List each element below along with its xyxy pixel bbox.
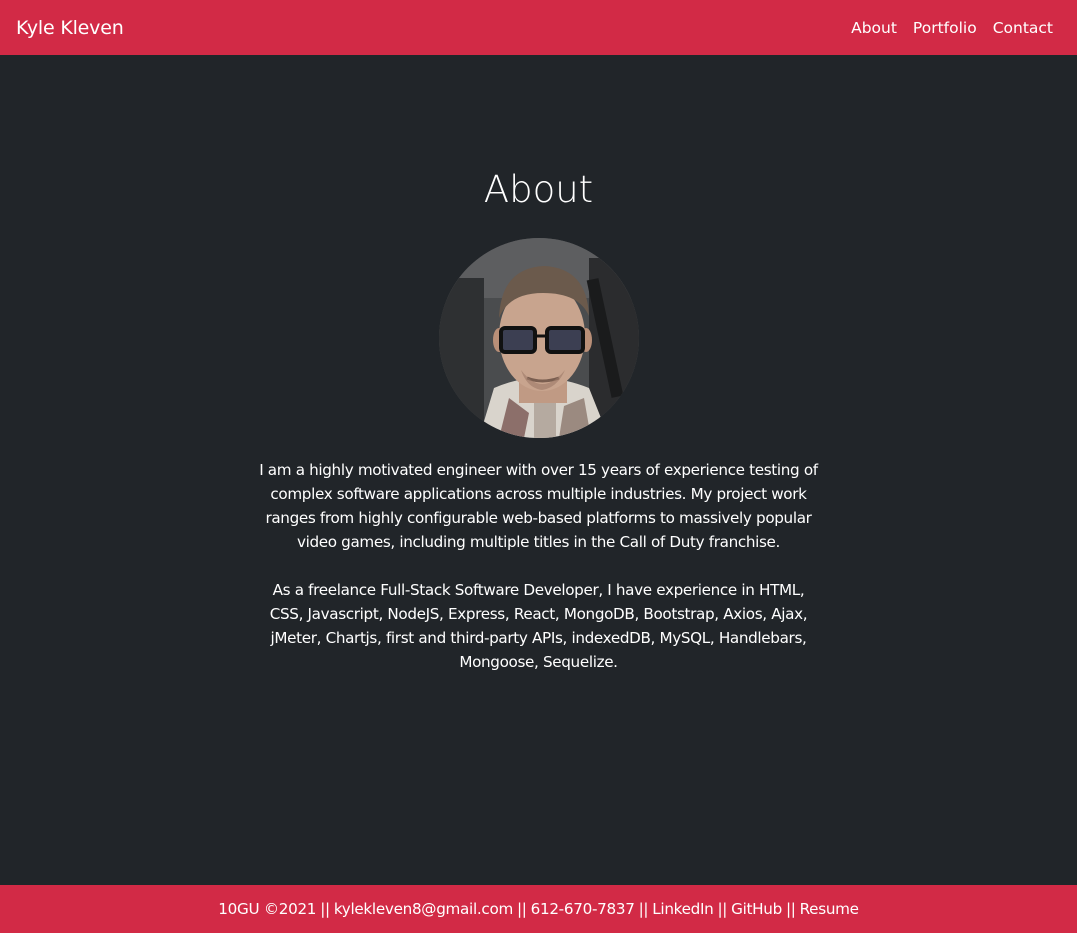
footer-separator: || xyxy=(516,900,527,918)
nav-link-about[interactable]: About xyxy=(851,19,897,37)
footer-phone-link[interactable]: 612-670-7837 xyxy=(531,900,635,918)
footer-separator: || xyxy=(785,900,796,918)
footer-copyright: 10GU ©2021 xyxy=(218,900,317,918)
footer-resume-link[interactable]: Resume xyxy=(800,900,859,918)
profile-photo-image xyxy=(439,238,639,438)
brand-link[interactable]: Kyle Kleven xyxy=(16,17,124,39)
footer-github-link[interactable]: GitHub xyxy=(731,900,782,918)
bio-text: I am a highly motivated engineer with ov… xyxy=(258,458,819,698)
nav-link-portfolio[interactable]: Portfolio xyxy=(913,19,977,37)
top-navbar: Kyle Kleven About Portfolio Contact xyxy=(0,0,1077,55)
nav-link-contact[interactable]: Contact xyxy=(993,19,1053,37)
footer-separator: || xyxy=(717,900,728,918)
page-title: About xyxy=(483,168,594,211)
footer-separator: || xyxy=(320,900,330,918)
footer-separator: || xyxy=(638,900,649,918)
nav-links: About Portfolio Contact xyxy=(851,19,1061,37)
footer-email-link[interactable]: kylekleven8@gmail.com xyxy=(334,900,513,918)
profile-photo xyxy=(439,238,639,438)
footer-linkedin-link[interactable]: LinkedIn xyxy=(652,900,714,918)
bio-paragraph: I am a highly motivated engineer with ov… xyxy=(259,461,818,551)
about-section: About I am a highly motivated engineer w… xyxy=(0,55,1077,885)
footer: 10GU ©2021 || kylekleven8@gmail.com || 6… xyxy=(0,885,1077,933)
bio-paragraph: As a freelance Full-Stack Software Devel… xyxy=(269,581,808,671)
